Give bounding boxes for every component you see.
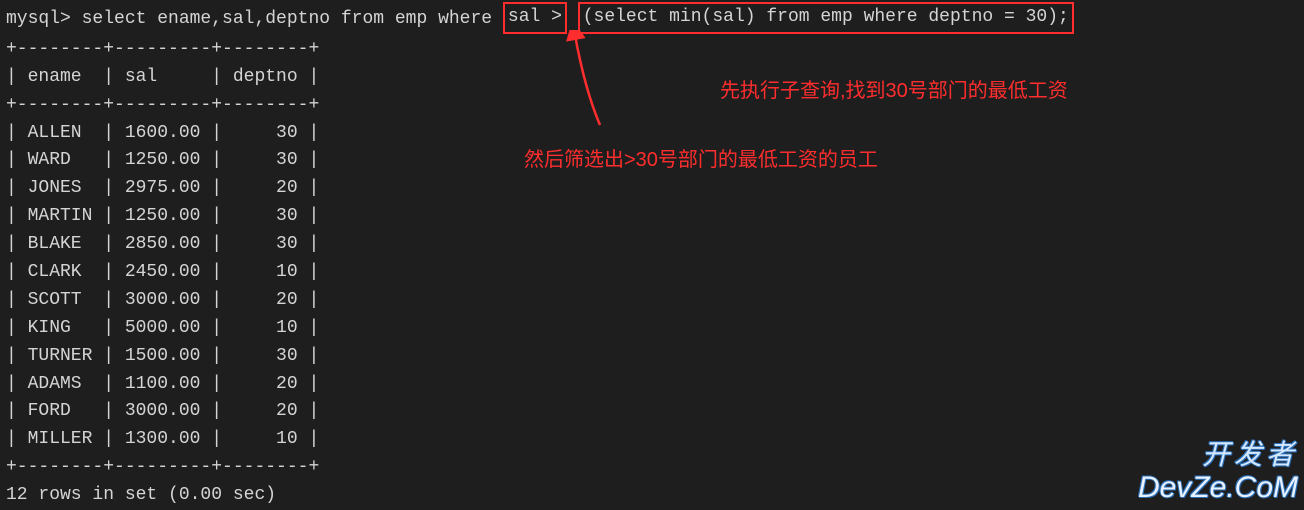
table-row: | CLARK | 2450.00 | 10 |: [6, 259, 1298, 287]
table-row: | MILLER | 1300.00 | 10 |: [6, 426, 1298, 454]
highlight-subquery: (select min(sal) from emp where deptno =…: [578, 2, 1074, 34]
arrow-icon: [560, 30, 620, 140]
table-header: | ename | sal | deptno |: [6, 64, 1298, 92]
table-row: | JONES | 2975.00 | 20 |: [6, 175, 1298, 203]
table-border-bottom: +--------+---------+--------+: [6, 454, 1298, 482]
sql-prompt-line: mysql> select ename,sal,deptno from emp …: [6, 4, 1298, 36]
watermark-en: DevZe.CoM: [1138, 471, 1298, 504]
table-border-top: +--------+---------+--------+: [6, 36, 1298, 64]
query-part1: select ename,sal,deptno from emp where: [71, 9, 503, 29]
query-spacer: [567, 9, 578, 29]
table-row: | ADAMS | 1100.00 | 20 |: [6, 371, 1298, 399]
watermark-cn: 开发者: [1138, 440, 1298, 471]
watermark: 开发者 DevZe.CoM: [1138, 440, 1298, 504]
prompt: mysql>: [6, 9, 71, 29]
table-row: | SCOTT | 3000.00 | 20 |: [6, 287, 1298, 315]
highlight-condition: sal >: [503, 2, 567, 34]
table-row: | ALLEN | 1600.00 | 30 |: [6, 120, 1298, 148]
annotation-subquery: 先执行子查询,找到30号部门的最低工资: [720, 76, 1068, 107]
table-row: | FORD | 3000.00 | 20 |: [6, 398, 1298, 426]
table-row: | TURNER | 1500.00 | 30 |: [6, 343, 1298, 371]
table-border-mid: +--------+---------+--------+: [6, 92, 1298, 120]
annotation-filter: 然后筛选出>30号部门的最低工资的员工: [524, 145, 878, 176]
table-row: | KING | 5000.00 | 10 |: [6, 315, 1298, 343]
status-line: 12 rows in set (0.00 sec): [6, 482, 1298, 510]
table-row: | BLAKE | 2850.00 | 30 |: [6, 231, 1298, 259]
table-row: | MARTIN | 1250.00 | 30 |: [6, 203, 1298, 231]
